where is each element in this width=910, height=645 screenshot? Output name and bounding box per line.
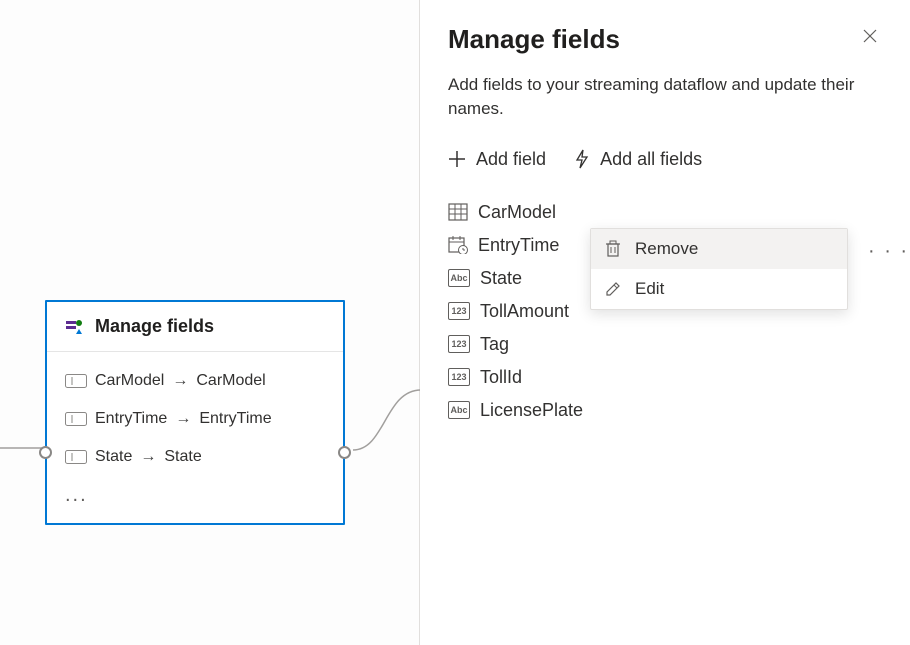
menu-item-remove[interactable]: Remove: [591, 229, 847, 269]
field-row-carmodel[interactable]: CarModel: [448, 196, 882, 229]
add-all-label: Add all fields: [600, 149, 702, 170]
panel-description: Add fields to your streaming dataflow an…: [448, 73, 882, 121]
node-port-out[interactable]: [338, 446, 351, 459]
field-row-tollid[interactable]: 123 TollId: [448, 361, 882, 394]
mapping-row[interactable]: State → State: [65, 438, 325, 476]
field-name: LicensePlate: [480, 400, 583, 421]
number-type-icon: 123: [448, 335, 470, 353]
manage-fields-icon: [65, 317, 85, 337]
rename-icon: [65, 450, 87, 464]
datetime-icon: [448, 236, 468, 254]
mapping-to: CarModel: [196, 372, 265, 390]
node-header: Manage fields: [47, 302, 343, 352]
mapping-more[interactable]: ...: [65, 476, 325, 509]
mapping-row[interactable]: EntryTime → EntryTime: [65, 400, 325, 438]
field-more-button[interactable]: · · ·: [868, 240, 910, 263]
text-type-icon: Abc: [448, 401, 470, 419]
number-type-icon: 123: [448, 302, 470, 320]
field-name: EntryTime: [478, 235, 559, 256]
add-field-button[interactable]: Add field: [448, 145, 546, 174]
add-field-label: Add field: [476, 149, 546, 170]
lightning-icon: [574, 149, 590, 169]
add-all-fields-button[interactable]: Add all fields: [574, 145, 702, 174]
arrow-icon: →: [172, 372, 188, 390]
manage-fields-node[interactable]: Manage fields CarModel → CarModel EntryT…: [45, 300, 345, 525]
node-title: Manage fields: [95, 316, 214, 337]
plus-icon: [448, 150, 466, 168]
trash-icon: [605, 240, 623, 258]
node-body: CarModel → CarModel EntryTime → EntryTim…: [47, 352, 343, 523]
field-name: State: [480, 268, 522, 289]
mapping-from: State: [95, 448, 132, 466]
mapping-from: EntryTime: [95, 410, 167, 428]
close-icon: [862, 28, 878, 44]
mapping-from: CarModel: [95, 372, 164, 390]
rename-icon: [65, 412, 87, 426]
mapping-row[interactable]: CarModel → CarModel: [65, 362, 325, 400]
canvas[interactable]: Manage fields CarModel → CarModel EntryT…: [0, 0, 420, 645]
field-name: Tag: [480, 334, 509, 355]
arrow-icon: →: [140, 448, 156, 466]
field-row-tag[interactable]: 123 Tag: [448, 328, 882, 361]
pencil-icon: [605, 281, 623, 297]
mapping-to: EntryTime: [199, 410, 271, 428]
field-name: TollAmount: [480, 301, 569, 322]
text-type-icon: Abc: [448, 269, 470, 287]
field-name: TollId: [480, 367, 522, 388]
close-button[interactable]: [858, 24, 882, 48]
wire-out: [345, 388, 425, 458]
number-type-icon: 123: [448, 368, 470, 386]
field-row-licenseplate[interactable]: Abc LicensePlate: [448, 394, 882, 427]
field-context-menu: Remove Edit: [590, 228, 848, 310]
table-icon: [448, 203, 468, 221]
node-port-in[interactable]: [39, 446, 52, 459]
rename-icon: [65, 374, 87, 388]
manage-fields-panel: Manage fields Add fields to your streami…: [420, 0, 910, 645]
arrow-icon: →: [175, 410, 191, 428]
menu-item-label: Edit: [635, 279, 664, 299]
mapping-to: State: [164, 448, 201, 466]
panel-title: Manage fields: [448, 24, 620, 55]
menu-item-edit[interactable]: Edit: [591, 269, 847, 309]
menu-item-label: Remove: [635, 239, 698, 259]
field-name: CarModel: [478, 202, 556, 223]
